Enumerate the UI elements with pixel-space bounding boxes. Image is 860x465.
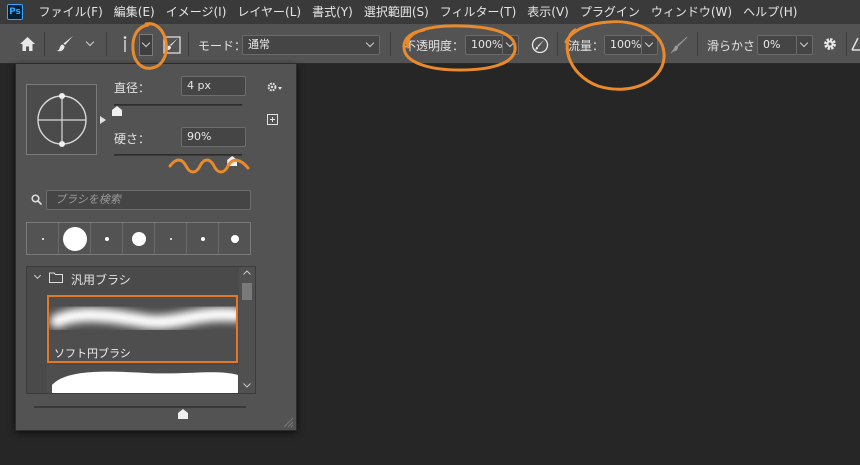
menu-window[interactable]: ウィンドウ(W) bbox=[645, 0, 737, 24]
recent-brushes-strip bbox=[26, 222, 251, 255]
scroll-down-icon[interactable] bbox=[243, 383, 251, 388]
blend-mode-value: 通常 bbox=[248, 38, 270, 51]
brush-preset-soft-round[interactable]: ソフト円ブラシ bbox=[47, 295, 238, 363]
separator bbox=[44, 32, 45, 56]
panel-gear-icon[interactable] bbox=[266, 81, 282, 93]
brush-preset-picker-button[interactable] bbox=[139, 34, 153, 56]
brush-tip-dot bbox=[230, 234, 239, 243]
brush-preset-panel: 直径： 4 px 硬さ： 90% ブラシを検索 汎用ブラシ ソフト円ブラシ bbox=[15, 63, 297, 431]
chevron-down-icon bbox=[365, 38, 375, 48]
recent-brush-preset[interactable] bbox=[27, 223, 59, 254]
diameter-input[interactable]: 4 px bbox=[181, 76, 246, 96]
blend-mode-select[interactable]: 通常 bbox=[242, 35, 380, 55]
brush-tool-icon[interactable] bbox=[56, 35, 76, 53]
opacity-label: 不透明度： bbox=[404, 39, 465, 53]
menu-edit[interactable]: 編集(E) bbox=[108, 0, 160, 24]
menu-bar: Ps ファイル(F) 編集(E) イメージ(I) レイヤー(L) 書式(Y) 選… bbox=[0, 0, 860, 24]
angle-icon[interactable] bbox=[850, 36, 860, 52]
brush-tip-dot bbox=[200, 236, 205, 241]
mode-label: モード： bbox=[198, 39, 247, 53]
pressure-opacity-icon[interactable] bbox=[531, 36, 549, 54]
menu-type[interactable]: 書式(Y) bbox=[307, 0, 359, 24]
chevron-down-icon[interactable] bbox=[33, 271, 42, 280]
expand-arrow-icon[interactable] bbox=[100, 116, 106, 124]
menu-image[interactable]: イメージ(I) bbox=[160, 0, 232, 24]
home-icon[interactable] bbox=[19, 36, 36, 52]
brush-stroke-preview bbox=[50, 307, 236, 329]
gear-icon[interactable] bbox=[822, 36, 838, 52]
menu-view[interactable]: 表示(V) bbox=[522, 0, 575, 24]
preview-size-slider[interactable] bbox=[34, 406, 246, 408]
menu-select[interactable]: 選択範囲(S) bbox=[358, 0, 434, 24]
brush-tip-dot bbox=[62, 226, 87, 251]
brush-group-name: 汎用ブラシ bbox=[71, 273, 131, 287]
brush-search-input[interactable]: ブラシを検索 bbox=[46, 190, 251, 210]
brush-preset-name: ソフト円ブラシ bbox=[54, 347, 131, 360]
opacity-dropdown-button[interactable] bbox=[503, 35, 519, 55]
brush-stroke-preview bbox=[52, 371, 238, 393]
brush-tip-preview[interactable] bbox=[26, 84, 97, 155]
hardness-slider[interactable] bbox=[114, 154, 242, 156]
folder-icon bbox=[49, 272, 63, 283]
chevron-down-icon[interactable] bbox=[85, 37, 95, 47]
options-bar: モード： 通常 不透明度： 100% 流量： 100% 滑らかさ： 0% bbox=[0, 24, 860, 64]
recent-brush-preset[interactable] bbox=[187, 223, 219, 254]
recent-brush-preset[interactable] bbox=[155, 223, 187, 254]
flow-input[interactable]: 100% bbox=[604, 35, 642, 55]
brush-angle-preview-icon[interactable] bbox=[27, 85, 96, 154]
brush-tip-dot bbox=[104, 236, 109, 241]
menu-plugins[interactable]: プラグイン bbox=[574, 0, 645, 24]
brush-tip-dot bbox=[169, 237, 172, 240]
brush-list-scrollbar[interactable] bbox=[239, 267, 255, 393]
separator bbox=[106, 32, 107, 56]
new-preset-icon[interactable] bbox=[267, 114, 278, 125]
smoothing-dropdown-button[interactable] bbox=[797, 35, 813, 55]
brush-settings-panel-icon[interactable] bbox=[163, 36, 181, 54]
opacity-input[interactable]: 100% bbox=[465, 35, 503, 55]
search-icon bbox=[31, 194, 42, 205]
smoothing-input[interactable]: 0% bbox=[757, 35, 797, 55]
hardness-input[interactable]: 90% bbox=[181, 127, 246, 147]
recent-brush-preset[interactable] bbox=[219, 223, 250, 254]
scroll-up-icon[interactable] bbox=[243, 270, 251, 275]
menu-file[interactable]: ファイル(F) bbox=[33, 0, 108, 24]
separator bbox=[697, 32, 698, 56]
brush-preset-hard-round[interactable] bbox=[47, 365, 238, 393]
brush-group-general[interactable]: 汎用ブラシ bbox=[27, 267, 237, 289]
hardness-label: 硬さ： bbox=[114, 132, 151, 146]
separator bbox=[557, 32, 558, 56]
diameter-label: 直径： bbox=[114, 81, 151, 95]
separator bbox=[846, 32, 847, 56]
diameter-slider[interactable] bbox=[114, 104, 242, 106]
menu-help[interactable]: ヘルプ(H) bbox=[738, 0, 803, 24]
recent-brush-preset[interactable] bbox=[59, 223, 91, 254]
photoshop-logo-icon[interactable]: Ps bbox=[7, 4, 23, 20]
flow-dropdown-button[interactable] bbox=[642, 35, 658, 55]
airbrush-icon[interactable] bbox=[670, 36, 688, 54]
brush-tip-dot bbox=[41, 237, 44, 240]
separator bbox=[390, 32, 391, 56]
flow-label: 流量： bbox=[568, 39, 605, 53]
resize-grip-icon[interactable] bbox=[282, 416, 294, 428]
recent-brush-preset[interactable] bbox=[123, 223, 155, 254]
brush-preset-icon[interactable] bbox=[120, 36, 130, 54]
separator bbox=[188, 32, 189, 56]
recent-brush-preset[interactable] bbox=[91, 223, 123, 254]
menu-filter[interactable]: フィルター(T) bbox=[434, 0, 521, 24]
scrollbar-thumb[interactable] bbox=[242, 283, 252, 300]
brush-tip-dot bbox=[131, 231, 146, 246]
brush-list: 汎用ブラシ ソフト円ブラシ bbox=[26, 266, 256, 394]
menu-layer[interactable]: レイヤー(L) bbox=[232, 0, 307, 24]
